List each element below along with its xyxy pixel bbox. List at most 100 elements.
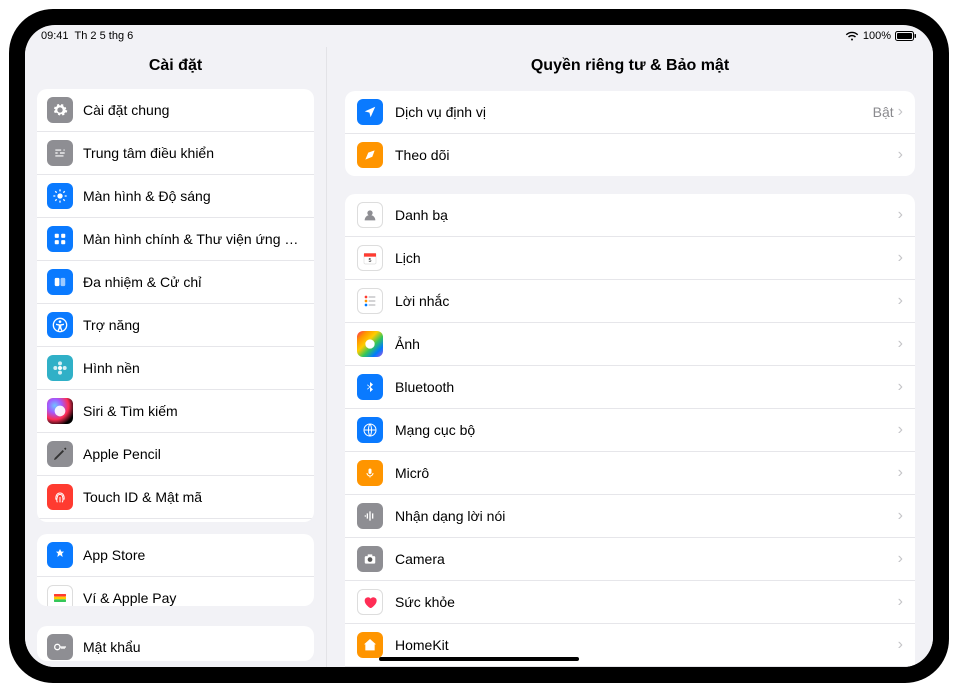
home-indicator[interactable] [379, 657, 579, 661]
detail-item-location[interactable]: Dịch vụ định vịBật› [345, 91, 915, 133]
detail-item-speech[interactable]: Nhận dạng lời nói› [345, 494, 915, 537]
sidebar-item-flower[interactable]: Hình nền [37, 346, 314, 389]
photos-icon [357, 331, 383, 357]
chevron-right-icon: › [898, 421, 903, 439]
siri-icon [47, 398, 73, 424]
detail-item-reminders[interactable]: Lời nhắc› [345, 279, 915, 322]
chevron-right-icon: › [898, 378, 903, 396]
detail-item-label: Dịch vụ định vị [395, 104, 873, 120]
appstore-icon [47, 542, 73, 568]
sidebar-item-fingerprint[interactable]: Touch ID & Mật mã [37, 475, 314, 518]
sidebar-item-label: Hình nền [83, 360, 304, 376]
sidebar-item-grid[interactable]: Màn hình chính & Thư viện ứng dụng [37, 217, 314, 260]
pencil-icon [47, 441, 73, 467]
detail-item-label: Lời nhắc [395, 293, 898, 309]
detail-item-label: Ảnh [395, 336, 898, 352]
sidebar-group-2: App Store Ví & Apple Pay [37, 534, 314, 606]
detail-item-label: Micrô [395, 465, 898, 481]
detail-item-camera[interactable]: Camera› [345, 537, 915, 580]
sidebar-item-label: Ví & Apple Pay [83, 590, 304, 606]
grid-icon [47, 226, 73, 252]
contacts-icon [357, 202, 383, 228]
wallet-icon [47, 585, 73, 606]
network-icon [357, 417, 383, 443]
flower-icon [47, 355, 73, 381]
chevron-right-icon: › [898, 335, 903, 353]
detail-item-label: Sức khỏe [395, 594, 898, 610]
detail-title: Quyền riêng tư & Bảo mật [327, 47, 933, 83]
sidebar-item-label: Trung tâm điều khiển [83, 145, 304, 161]
battery-icon [895, 31, 917, 41]
detail-item-health[interactable]: Sức khỏe› [345, 580, 915, 623]
detail-item-music[interactable]: Phương tiện & Apple Music› [345, 666, 915, 667]
brightness-icon [47, 183, 73, 209]
sidebar-item-label: Màn hình & Độ sáng [83, 188, 304, 204]
sidebar-group-1: Cài đặt chung Trung tâm điều khiển Màn hìn… [37, 89, 314, 522]
multitask-icon [47, 269, 73, 295]
homekit-icon [357, 632, 383, 658]
svg-text:5: 5 [369, 258, 372, 264]
reminders-icon [357, 288, 383, 314]
detail-item-microphone[interactable]: Micrô› [345, 451, 915, 494]
chevron-right-icon: › [898, 593, 903, 611]
status-bar: 09:41 Th 2 5 thg 6 100% [25, 25, 933, 47]
sliders-icon [47, 140, 73, 166]
calendar-icon: 5 [357, 245, 383, 271]
wifi-icon [845, 31, 859, 41]
gear-icon [47, 97, 73, 123]
main-group-1: Dịch vụ định vịBật›Theo dõi› [345, 91, 915, 176]
chevron-right-icon: › [898, 206, 903, 224]
chevron-right-icon: › [898, 292, 903, 310]
detail-item-value: Bật [873, 104, 894, 120]
sidebar-group-3: Mật khẩu [37, 626, 314, 661]
key-icon [47, 634, 73, 660]
detail-item-contacts[interactable]: Danh bạ› [345, 194, 915, 236]
battery-percent: 100% [863, 30, 891, 42]
sidebar-item-accessibility[interactable]: Trợ năng [37, 303, 314, 346]
chevron-right-icon: › [898, 249, 903, 267]
sidebar-item-label: Siri & Tìm kiếm [83, 403, 304, 419]
sidebar-item-pencil[interactable]: Apple Pencil [37, 432, 314, 475]
sidebar-item-appstore[interactable]: App Store [37, 534, 314, 576]
bluetooth-icon [357, 374, 383, 400]
detail-item-calendar[interactable]: 5 Lịch› [345, 236, 915, 279]
sidebar-item-label: Mật khẩu [83, 639, 304, 655]
detail-item-label: Nhận dạng lời nói [395, 508, 898, 524]
detail-item-tracking[interactable]: Theo dõi› [345, 133, 915, 176]
sidebar-item-label: Trợ năng [83, 317, 304, 333]
status-time: 09:41 [41, 30, 69, 42]
detail-item-label: Lịch [395, 250, 898, 266]
sidebar-item-label: Cài đặt chung [83, 102, 304, 118]
sidebar-item-siri[interactable]: Siri & Tìm kiếm [37, 389, 314, 432]
sidebar-item-label: Đa nhiệm & Cử chỉ [83, 274, 304, 290]
sidebar-title: Cài đặt [25, 47, 326, 83]
camera-icon [357, 546, 383, 572]
detail-item-label: Camera [395, 551, 898, 567]
sidebar-item-battery[interactable]: Pin [37, 518, 314, 522]
settings-sidebar: Cài đặt Cài đặt chung Trung tâm điều khiể… [25, 47, 327, 667]
tracking-icon [357, 142, 383, 168]
chevron-right-icon: › [898, 146, 903, 164]
sidebar-item-gear[interactable]: Cài đặt chung [37, 89, 314, 131]
detail-scroll[interactable]: Dịch vụ định vịBật›Theo dõi› Danh bạ›5Lị… [327, 83, 933, 667]
detail-item-label: Theo dõi [395, 147, 898, 163]
detail-item-network[interactable]: Mạng cục bộ› [345, 408, 915, 451]
detail-item-label: Bluetooth [395, 379, 898, 395]
sidebar-item-sliders[interactable]: Trung tâm điều khiển [37, 131, 314, 174]
detail-item-photos[interactable]: Ảnh› [345, 322, 915, 365]
chevron-right-icon: › [898, 636, 903, 654]
sidebar-item-key[interactable]: Mật khẩu [37, 626, 314, 661]
sidebar-item-label: Touch ID & Mật mã [83, 489, 304, 505]
sidebar-item-multitask[interactable]: Đa nhiệm & Cử chỉ [37, 260, 314, 303]
sidebar-item-brightness[interactable]: Màn hình & Độ sáng [37, 174, 314, 217]
health-icon [357, 589, 383, 615]
microphone-icon [357, 460, 383, 486]
chevron-right-icon: › [898, 464, 903, 482]
accessibility-icon [47, 312, 73, 338]
detail-item-bluetooth[interactable]: Bluetooth› [345, 365, 915, 408]
status-date: Th 2 5 thg 6 [75, 30, 134, 42]
detail-item-label: Danh bạ [395, 207, 898, 223]
fingerprint-icon [47, 484, 73, 510]
sidebar-item-wallet[interactable]: Ví & Apple Pay [37, 576, 314, 606]
sidebar-item-label: Màn hình chính & Thư viện ứng dụng [83, 231, 304, 247]
